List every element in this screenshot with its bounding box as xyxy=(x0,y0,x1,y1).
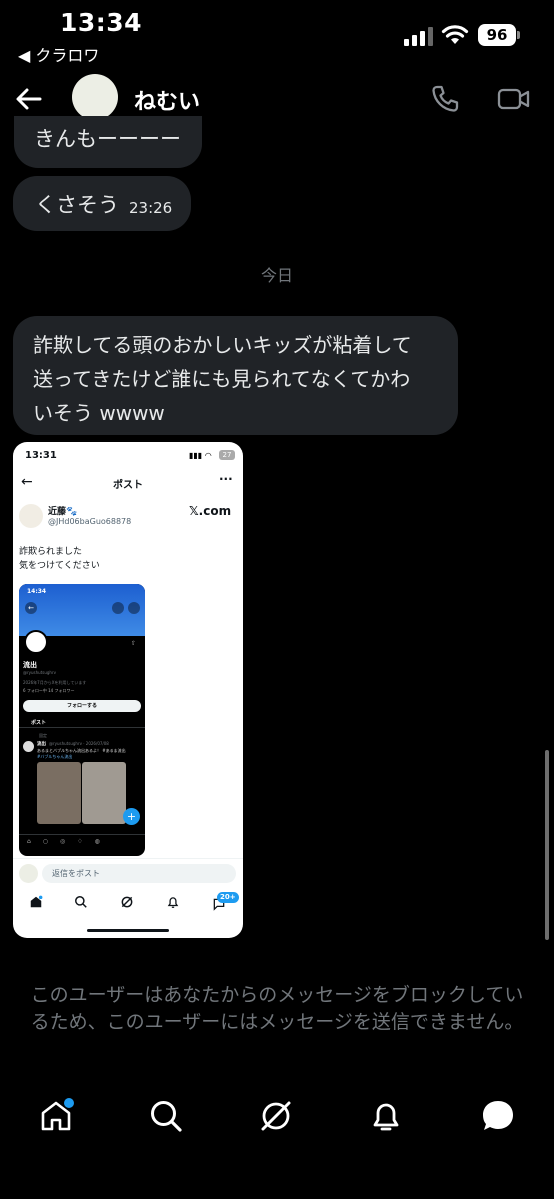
card-battery: 27 xyxy=(219,450,235,460)
message-bubble[interactable]: 詐欺してる頭のおかしいキッズが粘着して 送ってきたけど誰にも見られてなくてかわ … xyxy=(13,316,458,435)
inner-nav-divider xyxy=(19,834,145,835)
inner-compose-button: + xyxy=(123,808,140,825)
inner-post-image xyxy=(82,762,126,824)
inner-post-avatar xyxy=(23,741,34,752)
card-divider xyxy=(13,858,243,859)
card-author-avatar xyxy=(19,504,43,528)
card-brand-logo: 𝕏.com xyxy=(189,504,232,518)
card-home-icon xyxy=(30,895,43,908)
nav-home[interactable] xyxy=(34,1094,78,1138)
nav-grok[interactable] xyxy=(254,1094,298,1138)
card-more-icon: ··· xyxy=(219,472,233,486)
status-time: 13:34 xyxy=(60,8,143,37)
back-to-app-link[interactable]: ◀ クラロワ xyxy=(18,42,99,66)
card-author-name: 近藤🐾 xyxy=(48,507,78,517)
message-bubble[interactable]: きんもーーーー xyxy=(14,116,202,168)
card-signal-icon: ▮▮▮ ◠ xyxy=(189,451,212,460)
card-post-text: 気をつけてください xyxy=(19,561,100,571)
card-bell-icon xyxy=(167,897,179,908)
inner-tab-divider xyxy=(19,727,145,728)
video-call-icon[interactable] xyxy=(497,84,531,114)
card-reply-input: 返信をポスト xyxy=(42,864,236,883)
battery-indicator: 96 xyxy=(478,24,516,46)
inner-status-time: 14:34 xyxy=(27,588,47,595)
scrollbar[interactable] xyxy=(545,750,549,940)
message-bubble[interactable]: くさそう 23:26 xyxy=(13,176,191,231)
card-title: ポスト xyxy=(113,480,143,491)
contact-name[interactable]: ねむい xyxy=(134,84,200,116)
battery-tip xyxy=(517,31,520,39)
message-timestamp: 23:26 xyxy=(129,198,173,217)
card-inner-screenshot: 14:34 ← ⇧ 流出 @ryushutsughrv 2026年7月からXを利… xyxy=(19,584,145,856)
card-status-time: 13:31 xyxy=(25,450,57,461)
inner-profile-handle: @ryushutsughrv xyxy=(23,670,56,675)
card-grok-icon xyxy=(121,896,133,908)
back-arrow-icon[interactable] xyxy=(14,84,44,114)
inner-more-icon xyxy=(128,602,140,614)
card-post-text: 詐欺られました xyxy=(19,547,83,557)
nav-notifications[interactable] xyxy=(364,1094,408,1138)
card-reply-avatar xyxy=(19,864,38,883)
inner-back-icon: ← xyxy=(25,602,37,614)
phone-call-icon[interactable] xyxy=(430,84,460,114)
message-text-line: 送ってきたけど誰にも見られてなくてかわ xyxy=(33,367,411,391)
card-home-indicator xyxy=(87,929,169,932)
inner-pinned-label: 固定 xyxy=(39,733,47,738)
inner-follow-button: フォローする xyxy=(23,700,141,712)
inner-bottom-nav: ⌂○◎♢◍ xyxy=(27,838,112,845)
message-text-line: いそう wwww xyxy=(33,401,165,425)
inner-profile-name: 流出 xyxy=(23,661,37,669)
inner-search-icon xyxy=(112,602,124,614)
grok-icon xyxy=(261,1101,291,1131)
inner-profile-avatar xyxy=(24,630,48,654)
nav-messages[interactable] xyxy=(476,1094,520,1138)
inner-follow-counts: 6 フォロー中 14 フォロワー xyxy=(23,688,75,693)
messages-icon xyxy=(483,1101,513,1130)
image-attachment[interactable]: 13:31 ▮▮▮ ◠ 27 ← ポスト ··· 近藤🐾 @JHd06baGuo… xyxy=(13,442,243,938)
inner-post-hashtag: #バブルちゃん流出 xyxy=(37,754,73,759)
home-icon xyxy=(41,1098,74,1131)
card-notif-badge: 20+ xyxy=(217,892,239,903)
message-text: くさそう xyxy=(35,192,119,217)
card-author-handle: @JHd06baGuo68878 xyxy=(48,517,132,526)
inner-share-icon: ⇧ xyxy=(131,640,137,647)
nav-search[interactable] xyxy=(144,1094,188,1138)
contact-avatar[interactable] xyxy=(72,74,118,120)
inner-post-image xyxy=(37,762,81,824)
inner-post-name: 流出 xyxy=(37,742,46,747)
search-icon xyxy=(151,1101,182,1132)
date-separator: 今日 xyxy=(260,266,293,285)
blocked-notice: このユーザーはあなたからのメッセージをブロックしているため、このユーザーにはメッ… xyxy=(30,984,524,1033)
card-search-icon xyxy=(75,896,87,908)
inner-joined: 2026年7月からXを利用しています xyxy=(23,680,87,685)
wifi-icon xyxy=(441,25,469,44)
bell-icon xyxy=(373,1103,399,1131)
cellular-signal-icon xyxy=(404,26,433,46)
message-text-line: 詐欺してる頭のおかしいキッズが粘着して xyxy=(33,333,412,357)
message-text: きんもーーーー xyxy=(34,127,181,151)
inner-tab-posts: ポスト xyxy=(31,720,47,726)
inner-post-meta: @ryushutsughrv · 2026/07/08 xyxy=(49,741,109,746)
